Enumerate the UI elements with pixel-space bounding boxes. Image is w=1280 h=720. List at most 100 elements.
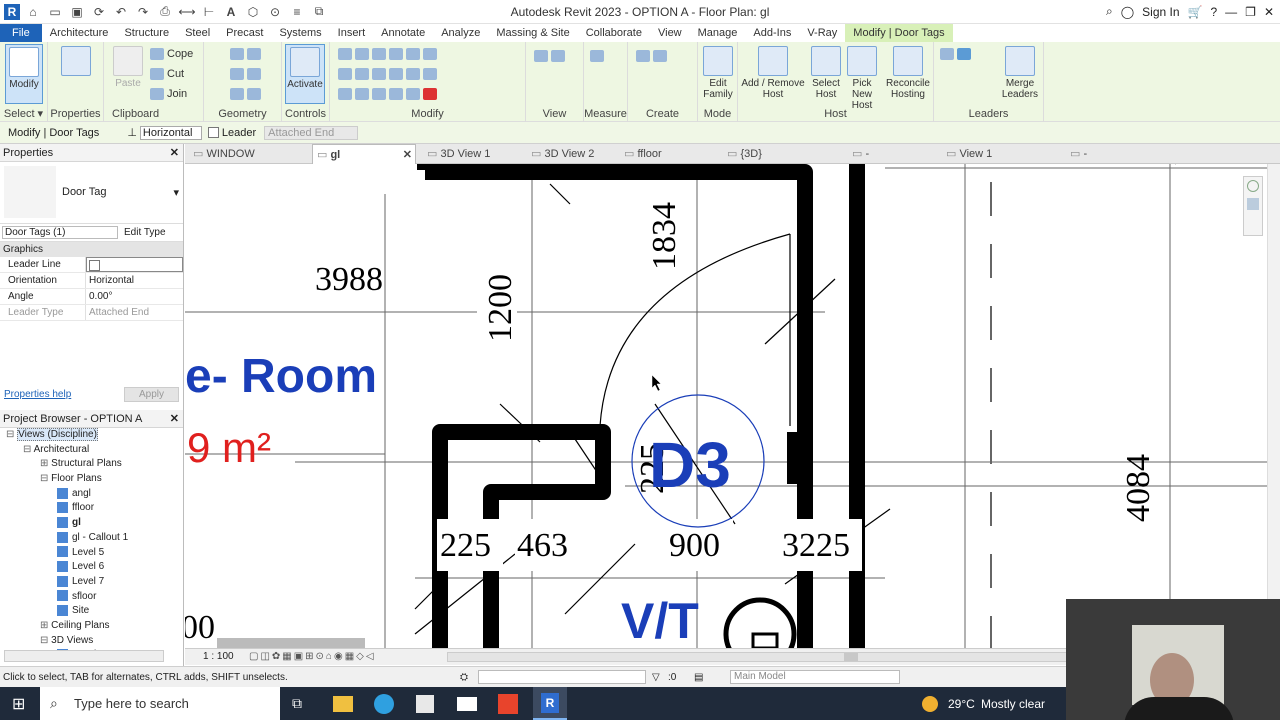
browser-item[interactable]: ⊟ Floor Plans: [0, 472, 183, 487]
type-properties-button[interactable]: [56, 44, 96, 104]
select-dropdown[interactable]: Select ▾: [0, 107, 47, 120]
browser-item[interactable]: gl: [0, 516, 183, 531]
tab-view[interactable]: View: [650, 24, 690, 42]
select-host-button[interactable]: Select Host: [806, 44, 846, 104]
tab-architecture[interactable]: Architecture: [42, 24, 117, 42]
filter-icon[interactable]: ▽: [652, 667, 660, 688]
leader-line-checkbox[interactable]: [89, 260, 100, 271]
cart-icon[interactable]: 🛒: [1188, 5, 1203, 19]
thin-lines-icon[interactable]: ≡: [288, 4, 306, 20]
weather-temp[interactable]: 29°C: [948, 697, 975, 711]
view-scale[interactable]: 1 : 100: [203, 651, 234, 662]
room-area[interactable]: 9 m²: [187, 424, 271, 471]
tab-annotate[interactable]: Annotate: [373, 24, 433, 42]
worksets-icon[interactable]: ⛭: [460, 667, 468, 688]
property-value[interactable]: Attached End: [86, 305, 183, 320]
edge-icon[interactable]: [374, 693, 394, 714]
section-icon[interactable]: ⊙: [266, 4, 284, 20]
store-icon[interactable]: [416, 694, 434, 713]
dimension-text[interactable]: 4084: [1120, 454, 1157, 522]
tab-modify-door-tags[interactable]: Modify | Door Tags: [845, 24, 953, 42]
dimension-text[interactable]: 00: [185, 609, 215, 646]
browser-item[interactable]: ⊟ Views (Discipline): [0, 428, 183, 443]
tab-structure[interactable]: Structure: [116, 24, 177, 42]
weather-desc[interactable]: Mostly clear: [981, 697, 1045, 711]
dimension-text[interactable]: 1200: [482, 274, 519, 342]
browser-item[interactable]: Level 6: [0, 560, 183, 575]
dimension-text[interactable]: 3988: [315, 261, 383, 298]
dimension-text[interactable]: 900: [669, 527, 720, 564]
browser-item[interactable]: angl: [0, 487, 183, 502]
browser-item[interactable]: ⊟ 3D Views: [0, 634, 183, 649]
user-icon[interactable]: ◯: [1121, 5, 1134, 19]
print-icon[interactable]: ⎙: [156, 4, 174, 20]
tab-v-ray[interactable]: V-Ray: [799, 24, 845, 42]
view-tab[interactable]: ▭ ffloor: [620, 144, 720, 164]
browser-item[interactable]: sfloor: [0, 590, 183, 605]
design-options-icon[interactable]: ▤: [694, 667, 703, 688]
close-icon[interactable]: ✕: [170, 410, 179, 428]
paste-button[interactable]: Paste: [108, 44, 148, 104]
workset-select[interactable]: [478, 670, 646, 684]
view-tab[interactable]: ▭ -: [1066, 144, 1166, 164]
view-tab[interactable]: ▭ WINDOW LEGEND: [189, 144, 289, 180]
home-icon[interactable]: ⌂: [24, 4, 42, 20]
leader-end-select[interactable]: Attached End: [264, 125, 359, 140]
add-remove-host-button[interactable]: Add / Remove Host: [740, 44, 806, 104]
help-icon[interactable]: ?: [1210, 5, 1217, 19]
dimension-text[interactable]: 463: [517, 527, 568, 564]
tab-collaborate[interactable]: Collaborate: [578, 24, 650, 42]
sign-in-link[interactable]: Sign In: [1142, 5, 1179, 19]
revit-logo-icon[interactable]: R: [4, 3, 20, 20]
aligned-dimension-icon[interactable]: ⊢: [200, 4, 218, 20]
browser-item[interactable]: Site: [0, 604, 183, 619]
geometry-tool-3[interactable]: [230, 88, 261, 100]
room-name[interactable]: e- Room: [185, 350, 377, 403]
close-icon[interactable]: ✕: [170, 144, 179, 162]
instance-filter-select[interactable]: Door Tags (1): [2, 226, 118, 239]
tab-add-ins[interactable]: Add-Ins: [745, 24, 799, 42]
property-value[interactable]: 0.00°: [86, 289, 183, 304]
taskbar-search[interactable]: ⌕ Type here to search: [40, 687, 280, 720]
pick-new-host-button[interactable]: Pick New Host: [842, 44, 882, 111]
browser-item[interactable]: gl - Callout 1: [0, 531, 183, 546]
create-tool[interactable]: [636, 50, 667, 62]
save-icon[interactable]: ▣: [68, 4, 86, 20]
measure-tool[interactable]: [590, 50, 604, 62]
browser-item[interactable]: ⊞ Ceiling Plans: [0, 619, 183, 634]
design-option-select[interactable]: Main Model: [730, 670, 900, 684]
browser-item[interactable]: ffloor: [0, 501, 183, 516]
revit-taskbar-icon[interactable]: R: [533, 687, 567, 720]
rotate-tool[interactable]: [338, 88, 437, 100]
leader-tool-1[interactable]: [940, 48, 971, 60]
join-button[interactable]: Join: [150, 88, 187, 100]
modify-button[interactable]: Modify: [5, 44, 43, 104]
switch-windows-icon[interactable]: ⧉: [310, 4, 328, 20]
tab-precast[interactable]: Precast: [218, 24, 271, 42]
vertical-scrollbar[interactable]: [1267, 164, 1280, 648]
browser-item[interactable]: Level 5: [0, 546, 183, 561]
navigation-bar[interactable]: [1243, 176, 1263, 236]
mail-icon[interactable]: [457, 696, 477, 711]
text-icon[interactable]: A: [222, 4, 240, 20]
apply-button[interactable]: Apply: [123, 386, 179, 402]
property-value[interactable]: Horizontal: [86, 273, 183, 288]
dimension-text[interactable]: 3225: [782, 527, 850, 564]
align-tool[interactable]: [338, 48, 437, 60]
browser-scrollbar[interactable]: [4, 650, 164, 662]
tab-file[interactable]: File: [0, 24, 42, 42]
geometry-tool-2[interactable]: [230, 68, 261, 80]
undo-icon[interactable]: ↶: [112, 4, 130, 20]
steering-wheel-icon[interactable]: [1247, 180, 1259, 192]
orientation-select[interactable]: ⊥ Horizontal: [127, 125, 202, 140]
cut-button[interactable]: Cut: [150, 68, 184, 80]
restore-icon[interactable]: ❐: [1245, 5, 1256, 19]
cope-button[interactable]: Cope: [150, 48, 193, 60]
browser-item[interactable]: ⊟ Architectural: [0, 443, 183, 458]
measure-icon[interactable]: ⟷: [178, 4, 196, 20]
type-selector[interactable]: Door Tag ▾: [0, 162, 183, 224]
dimension-text[interactable]: 1834: [646, 202, 683, 270]
file-explorer-icon[interactable]: [333, 695, 353, 712]
browser-item[interactable]: ⊞ Structural Plans: [0, 457, 183, 472]
drawing-canvas[interactable]: 3988 1200 1834 225 463 900 3225 4084 00 …: [185, 164, 1267, 648]
